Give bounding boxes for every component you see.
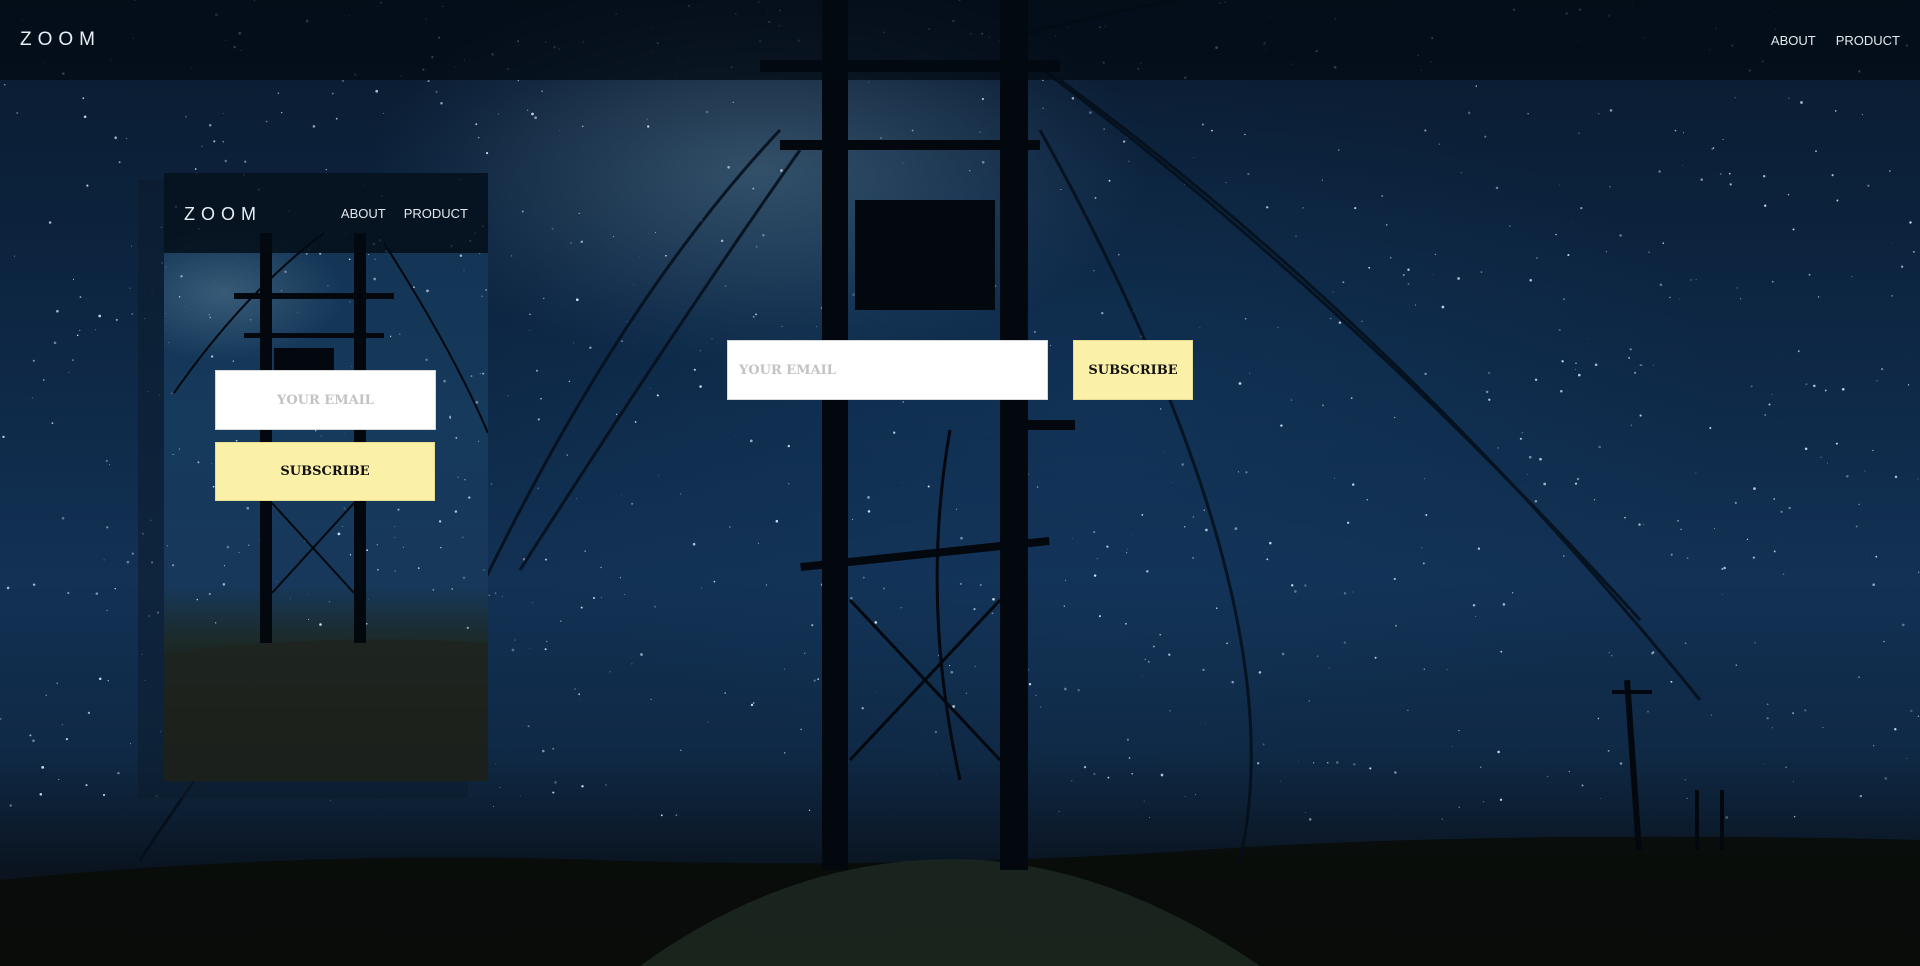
mobile-navigation-bar: ZOOM ABOUT PRODUCT [164, 173, 488, 253]
mobile-nav: ABOUT PRODUCT [341, 206, 468, 221]
main-nav: ABOUT PRODUCT [1771, 33, 1900, 48]
subscribe-button[interactable]: SUBSCRIBE [1073, 340, 1193, 400]
mobile-nav-link-product[interactable]: PRODUCT [404, 206, 468, 221]
mobile-email-input[interactable]: YOUR EMAIL [215, 370, 436, 430]
mobile-preview-card: ZOOM ABOUT PRODUCT YOUR EMAIL SUBSCRIBE [164, 173, 488, 781]
mobile-subscribe-button[interactable]: SUBSCRIBE [215, 442, 435, 501]
top-navigation-bar: ZOOM ABOUT PRODUCT [0, 0, 1920, 80]
mobile-nav-link-about[interactable]: ABOUT [341, 206, 386, 221]
mobile-logo[interactable]: ZOOM [184, 204, 262, 225]
logo[interactable]: ZOOM [20, 29, 101, 51]
nav-link-about[interactable]: ABOUT [1771, 33, 1816, 48]
email-input[interactable]: YOUR EMAIL [727, 340, 1048, 400]
nav-link-product[interactable]: PRODUCT [1836, 33, 1900, 48]
